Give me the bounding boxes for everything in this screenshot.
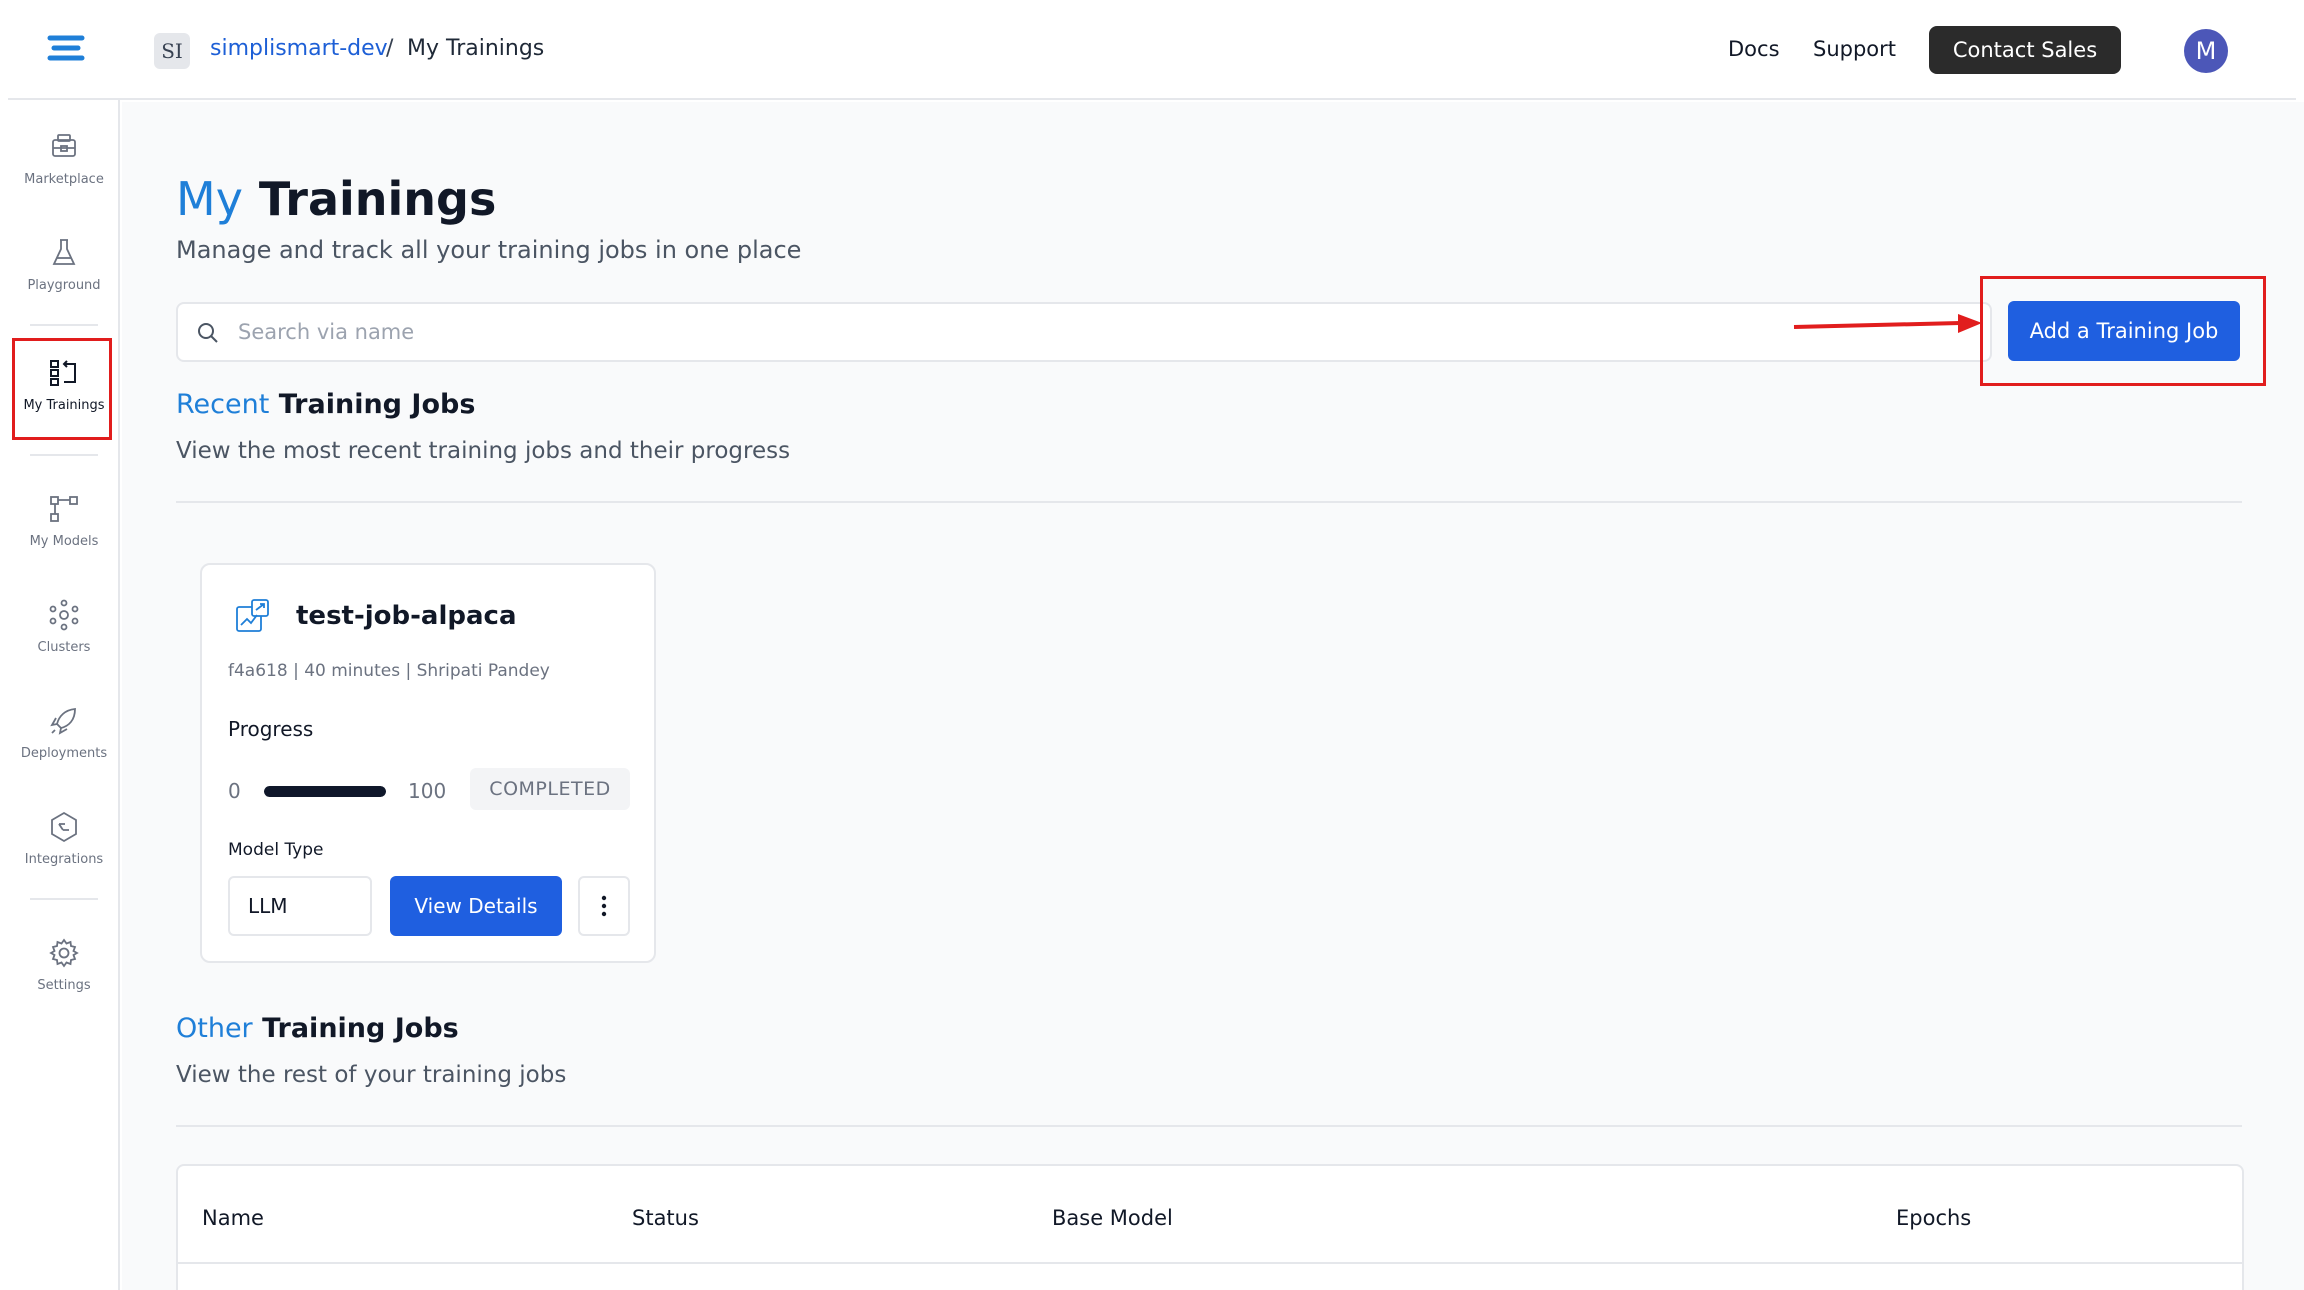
sidebar-item-settings[interactable]: Settings (8, 930, 120, 1014)
search-icon (198, 323, 218, 343)
top-bar: SI simplismart-dev / My Trainings Docs S… (8, 0, 2296, 100)
flask-icon (52, 239, 76, 265)
job-name: test-job-alpaca (296, 601, 517, 631)
progress-label: Progress (228, 717, 314, 741)
more-options-button[interactable] (578, 876, 630, 936)
sidebar-divider (30, 454, 98, 456)
search-input[interactable] (238, 312, 1938, 352)
sidebar-item-playground[interactable]: Playground (8, 230, 120, 314)
user-avatar[interactable]: M (2184, 29, 2228, 73)
simplismart-logo-icon[interactable] (44, 30, 90, 70)
page-title: My Trainings (176, 172, 496, 226)
training-job-icon (236, 599, 269, 632)
sidebar-item-label: Deployments (20, 746, 108, 761)
kebab-menu-icon (601, 895, 607, 917)
recent-title-rest: Training Jobs (269, 389, 476, 420)
status-badge: COMPLETED (470, 768, 630, 810)
sidebar-item-label: Integrations (24, 852, 104, 867)
other-section-subtitle: View the rest of your training jobs (176, 1062, 567, 1088)
search-bar[interactable] (176, 302, 1992, 362)
add-training-job-button[interactable]: Add a Training Job (2008, 301, 2240, 361)
annotation-arrow-icon (1793, 314, 1982, 333)
sidebar-divider (30, 898, 98, 900)
marketplace-icon (52, 134, 76, 157)
breadcrumb-separator: / (386, 36, 394, 61)
column-header-epochs[interactable]: Epochs (1896, 1206, 1971, 1230)
column-header-base-model[interactable]: Base Model (1052, 1206, 1173, 1230)
progress-min: 0 (228, 779, 241, 803)
section-divider (176, 1125, 2242, 1127)
progress-bar (264, 786, 386, 797)
sidebar: Marketplace Playground My Trainings My M… (8, 100, 120, 1290)
recent-section-subtitle: View the most recent training jobs and t… (176, 438, 791, 464)
table-header-divider (178, 1262, 2242, 1264)
sidebar-item-clusters[interactable]: Clusters (8, 592, 120, 676)
section-divider (176, 501, 2242, 503)
column-header-name[interactable]: Name (202, 1206, 264, 1230)
support-link[interactable]: Support (1813, 37, 1896, 61)
sidebar-item-label: Playground (27, 278, 101, 293)
gear-icon (49, 938, 79, 968)
other-title-rest: Training Jobs (252, 1013, 459, 1044)
recent-title-accent: Recent (176, 389, 270, 420)
training-job-card[interactable]: test-job-alpaca f4a618 | 40 minutes | Sh… (200, 563, 656, 963)
sidebar-item-label: Settings (37, 978, 91, 993)
docs-link[interactable]: Docs (1728, 37, 1780, 61)
clusters-icon (49, 599, 79, 631)
highlight-box-my-trainings (12, 338, 112, 440)
sidebar-divider (30, 324, 98, 326)
main-content: My Trainings Manage and track all your t… (122, 102, 2304, 1290)
sidebar-item-marketplace[interactable]: Marketplace (8, 124, 120, 208)
breadcrumb-org-link[interactable]: simplismart-dev (210, 36, 388, 61)
column-header-status[interactable]: Status (632, 1206, 699, 1230)
sidebar-item-deployments[interactable]: Deployments (8, 698, 120, 782)
rocket-icon (50, 708, 76, 735)
model-type-label: Model Type (228, 840, 324, 860)
view-details-button[interactable]: View Details (390, 876, 562, 936)
contact-sales-button[interactable]: Contact Sales (1929, 26, 2121, 74)
sidebar-item-integrations[interactable]: Integrations (8, 804, 120, 888)
org-badge[interactable]: SI (154, 33, 190, 69)
model-type-field: LLM (228, 876, 372, 936)
integrations-icon (51, 811, 77, 843)
page-title-accent: My (176, 172, 243, 226)
sidebar-item-label: Marketplace (24, 172, 104, 187)
sidebar-item-my-models[interactable]: My Models (8, 486, 120, 570)
progress-bar-fill (264, 786, 386, 797)
training-jobs-table: Name Status Base Model Epochs (176, 1164, 2244, 1290)
sidebar-item-label: Clusters (37, 640, 91, 655)
other-section-title: Other Training Jobs (176, 1013, 459, 1044)
job-meta: f4a618 | 40 minutes | Shripati Pandey (228, 661, 550, 681)
sidebar-item-label: My Models (29, 534, 99, 549)
page-title-rest: Trainings (242, 172, 497, 226)
models-icon (50, 496, 78, 522)
recent-section-title: Recent Training Jobs (176, 389, 475, 420)
progress-max: 100 (408, 779, 447, 803)
other-title-accent: Other (176, 1013, 253, 1044)
breadcrumb-current-page: My Trainings (407, 36, 545, 61)
page-subtitle: Manage and track all your training jobs … (176, 236, 802, 264)
